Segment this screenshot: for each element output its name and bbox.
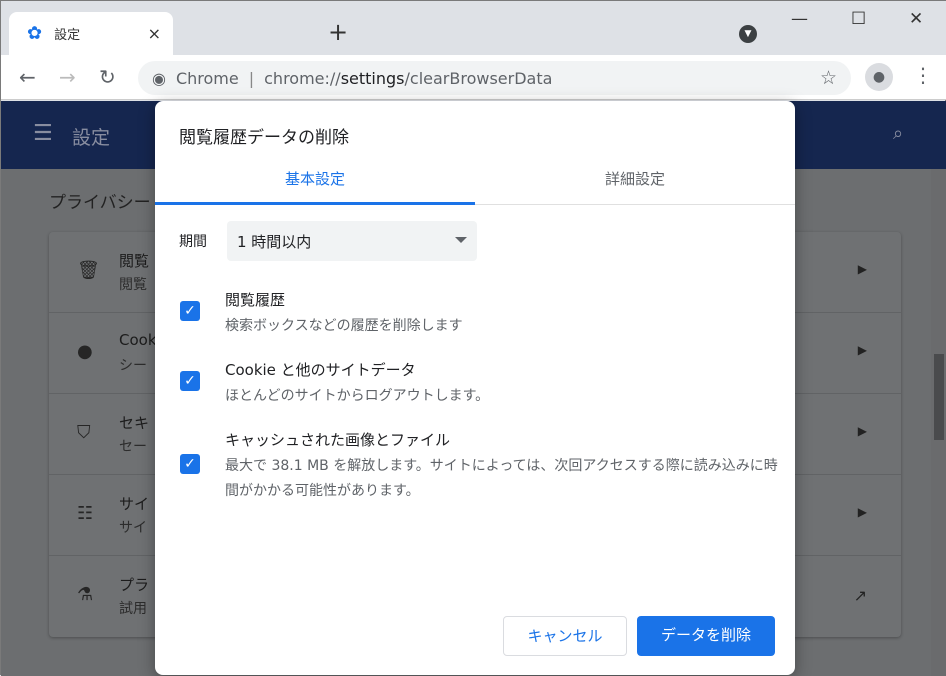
trash-icon: 🗑: [77, 260, 100, 281]
dialog-title: 閲覧履歴データの削除: [179, 128, 349, 148]
history-checkbox[interactable]: ✓: [180, 301, 200, 321]
tab-search-icon[interactable]: ▼: [739, 25, 757, 43]
tab-close-button[interactable]: ×: [148, 24, 161, 43]
cache-checkbox[interactable]: ✓: [180, 454, 200, 474]
forward-icon[interactable]: →: [59, 65, 76, 89]
settings-title: 設定: [72, 127, 111, 149]
row-title: サイ: [119, 495, 150, 513]
option-desc: ほとんどのサイトからログアウトします。: [225, 388, 490, 404]
option-title: 閲覧履歴: [225, 291, 286, 309]
dropdown-arrow-icon: [455, 237, 467, 243]
new-tab-button[interactable]: +: [328, 18, 348, 46]
tab-advanced[interactable]: 詳細設定: [475, 159, 795, 205]
profile-avatar[interactable]: ●: [865, 63, 893, 91]
scrollbar[interactable]: [931, 169, 946, 676]
tab-basic[interactable]: 基本設定: [155, 159, 475, 205]
row-desc: セー: [119, 439, 147, 455]
row-title: プラ: [119, 576, 150, 594]
row-title: Cook: [119, 331, 157, 349]
row-desc: サイ: [119, 520, 147, 536]
shield-icon: ⛉: [77, 422, 91, 443]
search-icon[interactable]: ⌕: [893, 123, 903, 144]
option-title: キャッシュされた画像とファイル: [225, 431, 451, 449]
browser-window: ✿ 設定 × + ▼ — ☐ ✕ ← → ↻ ◉ Chrome | chrome…: [0, 0, 946, 676]
chevron-right-icon: ▶: [857, 343, 867, 357]
row-desc: シー: [119, 358, 147, 374]
site-label: Chrome: [175, 68, 239, 88]
period-value: 1 時間以内: [237, 233, 312, 251]
close-window-button[interactable]: ✕: [909, 9, 923, 29]
row-title: 閲覧: [119, 252, 150, 270]
cookies-checkbox[interactable]: ✓: [180, 371, 200, 391]
tab-bar: ✿ 設定 × + ▼ — ☐ ✕: [1, 1, 946, 55]
dialog-tabs: 基本設定 詳細設定: [155, 159, 795, 205]
reload-icon[interactable]: ↻: [99, 65, 116, 89]
maximize-button[interactable]: ☐: [851, 9, 866, 29]
url-path: settings: [340, 68, 405, 88]
row-title: セキ: [119, 414, 150, 432]
row-desc: 試用: [119, 601, 147, 617]
section-title: プライバシー: [49, 193, 151, 213]
clear-browsing-data-dialog: 閲覧履歴データの削除 基本設定 詳細設定 期間 1 時間以内 ✓ 閲覧履歴 検索…: [155, 101, 795, 675]
row-desc: 閲覧: [119, 277, 147, 293]
bookmark-star-icon[interactable]: ☆: [820, 67, 837, 89]
option-desc: 最大で 38.1 MB を解放します。サイトによっては、次回アクセスする際に読み…: [225, 458, 778, 499]
tab-settings[interactable]: ✿ 設定 ×: [9, 12, 173, 55]
delete-data-button[interactable]: データを削除: [637, 616, 775, 656]
tune-icon: ☷: [77, 503, 94, 524]
toolbar: ← → ↻ ◉ Chrome | chrome://settings/clear…: [1, 55, 946, 100]
option-title: Cookie と他のサイトデータ: [225, 361, 416, 379]
hamburger-icon[interactable]: ☰: [33, 121, 53, 146]
period-label: 期間: [179, 234, 207, 250]
chevron-right-icon: ▶: [857, 424, 867, 438]
tab-title: 設定: [54, 28, 81, 43]
address-bar[interactable]: ◉ Chrome | chrome://settings/clearBrowse…: [138, 61, 851, 95]
back-icon[interactable]: ←: [19, 65, 36, 89]
url-rest: /clearBrowserData: [404, 68, 553, 88]
url-host: chrome://: [264, 68, 341, 88]
cancel-button[interactable]: キャンセル: [503, 616, 627, 656]
chevron-right-icon: ▶: [857, 262, 867, 276]
flask-icon: ⚗: [77, 584, 94, 605]
external-link-icon: ↗: [853, 586, 867, 605]
chevron-right-icon: ▶: [857, 505, 867, 519]
menu-icon[interactable]: ⋮: [913, 63, 933, 87]
minimize-button[interactable]: —: [791, 9, 808, 29]
chrome-icon: ◉: [152, 68, 166, 88]
option-desc: 検索ボックスなどの履歴を削除します: [225, 318, 463, 334]
period-select[interactable]: 1 時間以内: [227, 221, 477, 261]
gear-icon: ✿: [27, 23, 43, 44]
scrollbar-thumb[interactable]: [934, 354, 944, 440]
cookie-icon: ●: [77, 341, 93, 362]
